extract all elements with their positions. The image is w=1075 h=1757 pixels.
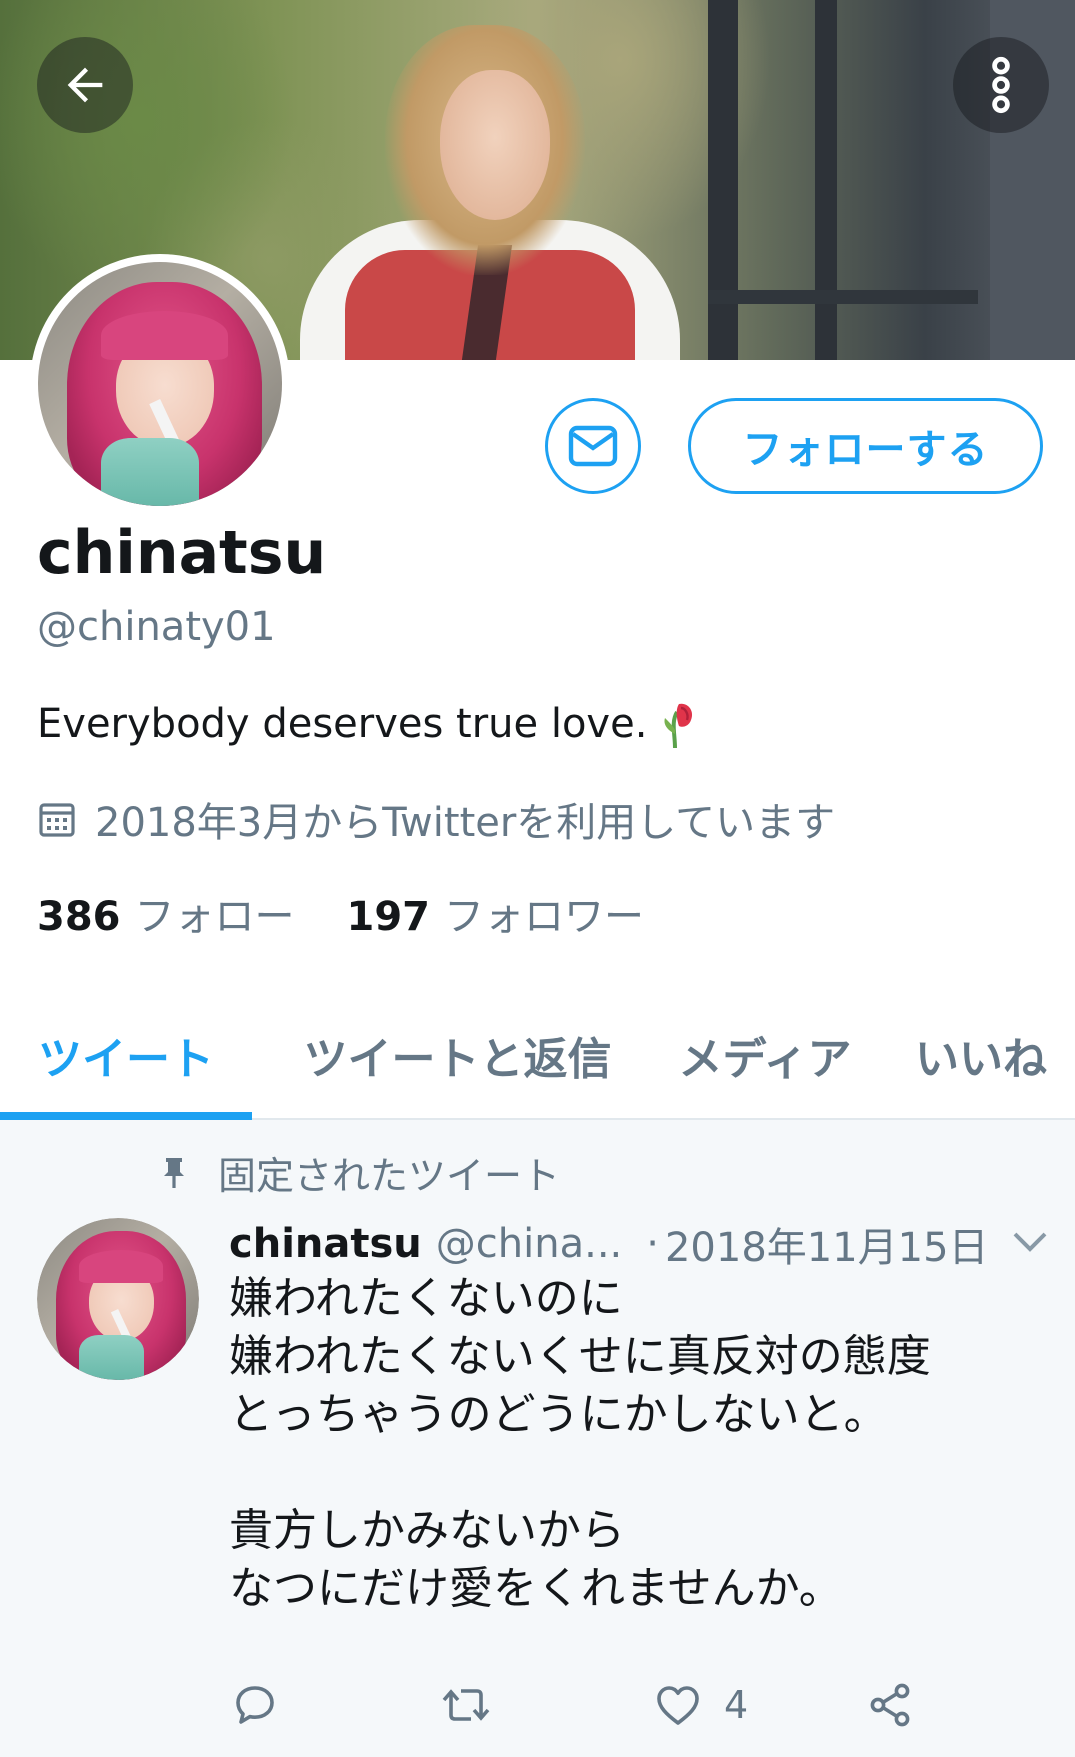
banner-decor — [440, 70, 550, 220]
avatar-bangs — [101, 310, 229, 360]
following-link[interactable]: 386 フォロー — [37, 884, 295, 942]
back-button[interactable] — [37, 37, 133, 133]
tweet-date[interactable]: 2018年11月15日 — [665, 1215, 989, 1273]
followers-link[interactable]: 197 フォロワー — [347, 884, 645, 942]
avatar-cup — [101, 437, 200, 506]
reply-button[interactable] — [231, 1670, 279, 1740]
banner-decor — [708, 0, 738, 360]
avatar-bangs — [79, 1250, 164, 1283]
heart-icon — [657, 1686, 699, 1725]
avatar-image — [38, 262, 282, 506]
more-options-button[interactable] — [953, 37, 1049, 133]
followers-count: 197 — [346, 894, 431, 940]
tab-media[interactable]: メディア — [665, 990, 865, 1120]
pinned-indicator: 固定されたツイート — [160, 1145, 560, 1200]
active-tab-indicator — [0, 1112, 252, 1120]
profile-name: chinatsu — [37, 518, 327, 588]
following-count: 386 — [37, 894, 121, 940]
tab-tweets-and-replies[interactable]: ツイートと返信 — [270, 990, 645, 1120]
banner-decor — [815, 0, 837, 360]
banner-decor — [708, 290, 978, 304]
more-vertical-icon — [992, 56, 1010, 114]
join-date: 2018年3月からTwitterを利用しています — [37, 790, 835, 848]
follow-button[interactable]: フォローする — [688, 398, 1043, 494]
wilted-rose-icon — [664, 703, 693, 749]
avatar-image — [37, 1218, 199, 1380]
join-date-text: 2018年3月からTwitterを利用しています — [95, 800, 836, 846]
tweet-author-avatar[interactable] — [37, 1218, 199, 1380]
calendar-icon — [39, 803, 75, 837]
avatar-cup — [79, 1334, 144, 1380]
bio-text: Everybody deserves true love. — [37, 701, 648, 747]
tab-likes[interactable]: いいね — [915, 990, 1075, 1120]
mail-icon — [568, 425, 618, 467]
tweet-author-handle[interactable]: @china... — [436, 1221, 622, 1267]
tweet-menu-button[interactable] — [1005, 1222, 1055, 1262]
retweet-icon — [442, 1689, 490, 1721]
tweet-line: 嫌われたくないくせに真反対の態度 — [229, 1331, 931, 1382]
like-button[interactable]: 4 — [654, 1670, 748, 1740]
arrow-left-icon — [67, 67, 103, 103]
message-button[interactable] — [545, 398, 641, 494]
share-icon — [870, 1683, 910, 1727]
chevron-down-icon — [1013, 1232, 1047, 1252]
tweet-header: chinatsu @china... · 2018年11月15日 — [229, 1215, 1049, 1273]
reply-icon — [236, 1686, 274, 1724]
follow-stats: 386 フォロー 197 フォロワー — [37, 884, 644, 942]
like-count: 4 — [724, 1683, 749, 1727]
tweet-line: とっちゃうのどうにかしないと。 — [229, 1389, 888, 1440]
share-button[interactable] — [866, 1670, 914, 1740]
profile-handle: @chinaty01 — [37, 604, 276, 650]
followers-label: フォロワー — [444, 894, 644, 940]
profile-bio: Everybody deserves true love. — [37, 698, 697, 750]
tweet-text: 嫌われたくないのに 嫌われたくないくせに真反対の態度 とっちゃうのどうにかしない… — [229, 1270, 1049, 1618]
retweet-button[interactable] — [439, 1670, 493, 1740]
tab-tweets[interactable]: ツイート — [0, 990, 252, 1120]
pinned-label: 固定されたツイート — [218, 1154, 561, 1198]
tweet-separator: · — [646, 1221, 659, 1267]
pin-icon — [164, 1157, 184, 1188]
tweet-author-name[interactable]: chinatsu — [229, 1221, 422, 1267]
tweet-line: 嫌われたくないのに — [229, 1273, 623, 1324]
profile-tabs: ツイート ツイートと返信 メディア いいね — [0, 990, 1075, 1120]
profile-avatar[interactable] — [30, 254, 290, 514]
tweet-actions: 4 — [229, 1670, 1029, 1740]
following-label: フォロー — [134, 894, 295, 940]
tweet-line: なつにだけ愛をくれませんか。 — [229, 1563, 843, 1614]
tweet-line: 貴方しかみないから — [229, 1505, 625, 1556]
